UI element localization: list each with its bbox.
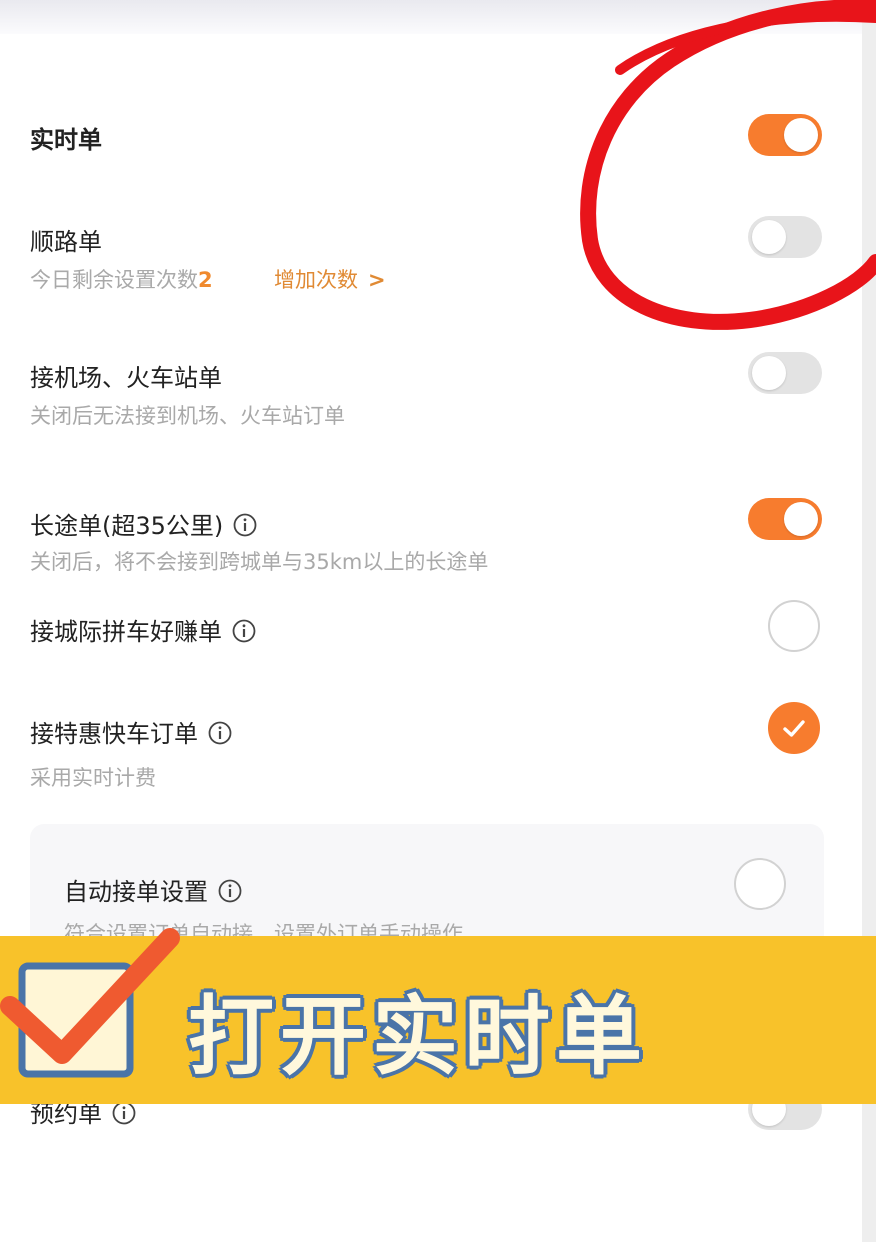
shunlu-order-title: 顺路单 <box>30 228 102 256</box>
intercity-radio[interactable] <box>768 600 820 652</box>
add-count-label: 增加次数 <box>274 268 358 292</box>
airport-order-toggle[interactable] <box>748 352 822 394</box>
discount-radio[interactable] <box>768 702 820 754</box>
info-icon[interactable] <box>233 513 257 537</box>
long-trip-toggle[interactable] <box>748 498 822 540</box>
toggle-knob <box>752 356 786 390</box>
info-icon[interactable] <box>232 619 256 643</box>
long-trip-row: 长途单(超35公里) <box>30 506 257 541</box>
discount-title: 接特惠快车订单 <box>30 720 198 748</box>
caption-text: 打开实时单 <box>188 987 648 1087</box>
chevron-right-icon: > <box>368 268 386 292</box>
checkbox-icon <box>0 928 180 1078</box>
info-icon[interactable] <box>218 879 242 903</box>
remaining-count: 2 <box>198 268 213 292</box>
reserve-title: 预约单 <box>30 1100 102 1128</box>
shunlu-remaining-text: 今日剩余设置次数2 <box>30 264 213 294</box>
long-trip-subtitle: 关闭后，将不会接到跨城单与35km以上的长途单 <box>30 550 489 574</box>
toggle-knob <box>784 502 818 536</box>
long-trip-title: 长途单(超35公里) <box>30 512 224 540</box>
annotation-circle <box>580 0 876 330</box>
auto-accept-radio[interactable] <box>734 858 786 910</box>
auto-accept-row: 自动接单设置 <box>64 872 242 907</box>
add-count-link[interactable]: 增加次数 > <box>274 264 386 294</box>
auto-accept-title: 自动接单设置 <box>64 878 208 906</box>
intercity-title: 接城际拼车好赚单 <box>30 618 222 646</box>
discount-subtitle: 采用实时计费 <box>30 766 156 790</box>
realtime-order-title: 实时单 <box>30 126 102 154</box>
remaining-label: 今日剩余设置次数 <box>30 268 198 292</box>
check-icon <box>783 720 805 737</box>
airport-order-title: 接机场、火车站单 <box>30 364 222 392</box>
info-icon[interactable] <box>112 1101 136 1125</box>
airport-order-subtitle: 关闭后无法接到机场、火车站订单 <box>30 404 345 428</box>
discount-row: 接特惠快车订单 <box>30 714 232 749</box>
intercity-row: 接城际拼车好赚单 <box>30 612 256 647</box>
info-icon[interactable] <box>208 721 232 745</box>
